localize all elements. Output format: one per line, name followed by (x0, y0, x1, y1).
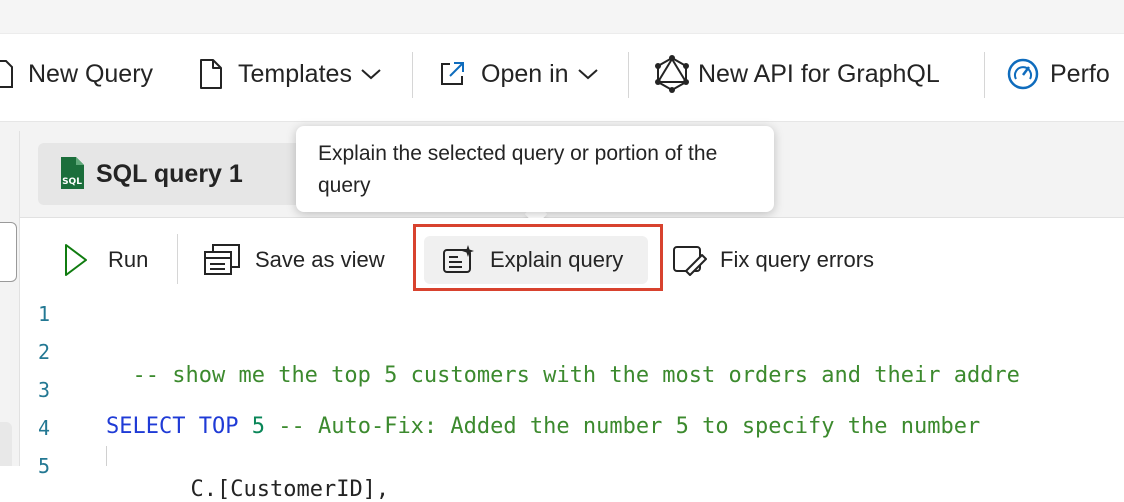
run-button[interactable]: Run (62, 236, 148, 284)
line-number: 4 (38, 416, 51, 440)
code-identifier: C.[CustomerID], (190, 477, 390, 502)
ribbon-divider (984, 52, 985, 98)
ribbon-divider (412, 52, 413, 98)
save-as-view-button[interactable]: Save as view (203, 236, 385, 284)
title-strip (0, 0, 1124, 34)
code-keyword: SELECT (106, 414, 186, 439)
run-label: Run (108, 247, 149, 272)
ribbon-divider (628, 52, 629, 98)
save-as-view-label: Save as view (255, 247, 385, 272)
new-api-label: New API for GraphQL (698, 59, 940, 88)
chevron-down-icon (577, 67, 599, 81)
code-number: 5 (251, 414, 265, 439)
tab-label: SQL query 1 (96, 159, 243, 188)
left-rail (0, 131, 20, 466)
toolbar-divider (177, 234, 178, 284)
templates-label: Templates (238, 59, 352, 88)
new-query-button[interactable]: New Query (0, 48, 153, 100)
sql-file-icon: SQL (58, 156, 86, 192)
open-in-label: Open in (481, 59, 569, 88)
tooltip-text: Explain the selected query or portion of… (318, 142, 718, 197)
line-number: 1 (38, 302, 51, 326)
indent-guide (106, 446, 107, 466)
left-panel-edge (0, 422, 12, 466)
explain-query-highlight (413, 224, 663, 291)
new-api-graphql-button[interactable]: New API for GraphQL (652, 48, 940, 100)
gauge-icon (1006, 57, 1040, 91)
new-query-icon (0, 59, 20, 89)
explain-query-tooltip: Explain the selected query or portion of… (296, 126, 774, 212)
external-link-icon (437, 59, 467, 89)
fix-errors-icon (672, 243, 708, 277)
play-icon (62, 242, 90, 278)
save-view-icon (203, 243, 241, 277)
code-line-2: -- show me the top 5 customers with the … (106, 338, 1020, 388)
performance-button[interactable]: Perfo (1006, 48, 1110, 100)
code-keyword: TOP (198, 414, 239, 439)
graphql-icon (652, 54, 692, 94)
line-number: 2 (38, 340, 51, 364)
tab-sql-query-1[interactable]: SQL SQL query 1 (38, 143, 310, 205)
new-query-label: New Query (28, 59, 154, 88)
performance-label: Perfo (1050, 59, 1110, 88)
line-number: 3 (38, 378, 51, 402)
code-comment: -- show me the top 5 customers with the … (132, 363, 1020, 388)
fix-query-errors-button[interactable]: Fix query errors (672, 236, 874, 284)
template-icon (198, 58, 224, 90)
left-panel-handle[interactable] (0, 222, 17, 282)
chevron-down-icon (360, 67, 382, 81)
code-line-5: C.[CustomerID], (164, 452, 390, 502)
line-number: 5 (38, 454, 51, 478)
svg-text:SQL: SQL (62, 177, 82, 187)
templates-dropdown[interactable]: Templates (198, 48, 382, 100)
fix-query-errors-label: Fix query errors (720, 247, 875, 272)
code-line-4: SELECT TOP 5 -- Auto-Fix: Added the numb… (106, 414, 980, 439)
code-comment: -- Auto-Fix: Added the number 5 to speci… (278, 414, 981, 439)
open-in-dropdown[interactable]: Open in (437, 48, 599, 100)
